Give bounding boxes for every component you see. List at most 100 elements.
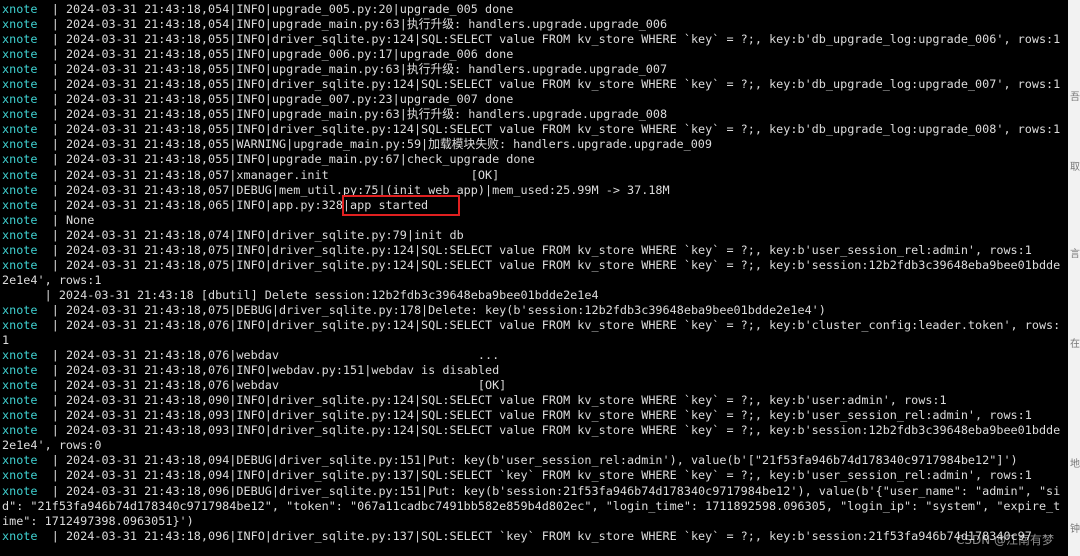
log-text: | 2024-03-31 21:43:18,093|INFO|driver_sq… xyxy=(51,423,1061,438)
log-line: xnote | 2024-03-31 21:43:18,054|INFO|upg… xyxy=(2,2,1068,17)
log-prefix: xnote xyxy=(2,257,38,272)
log-text: | 2024-03-31 21:43:18,057|xmanager.init … xyxy=(51,167,500,182)
log-prefix: xnote xyxy=(2,393,38,408)
log-prefix: xnote xyxy=(2,62,38,77)
log-prefix: xnote xyxy=(2,348,38,363)
log-line: xnote | None xyxy=(2,213,1068,228)
log-prefix: xnote xyxy=(2,378,38,393)
log-line: xnote | 2024-03-31 21:43:18,055|INFO|upg… xyxy=(2,47,1068,62)
log-text: | 2024-03-31 21:43:18,096|DEBUG|driver_s… xyxy=(51,483,1061,498)
edge-glyph: 地 xyxy=(1070,459,1080,470)
log-prefix: xnote xyxy=(2,182,38,197)
log-prefix: xnote xyxy=(2,363,38,378)
log-line: xnote | 2024-03-31 21:43:18,054|INFO|upg… xyxy=(2,17,1068,32)
log-text: | 2024-03-31 21:43:18,055|INFO|upgrade_m… xyxy=(51,152,535,167)
log-text: | 2024-03-31 21:43:18,055|INFO|driver_sq… xyxy=(51,32,1061,47)
log-line: xnote | 2024-03-31 21:43:18,057|DEBUG|me… xyxy=(2,183,1068,198)
log-prefix: xnote xyxy=(2,137,38,152)
log-prefix: xnote xyxy=(2,47,38,62)
log-prefix: xnote xyxy=(2,242,38,257)
log-text: ime": 1712497398.0963051}') xyxy=(2,513,194,528)
edge-glyph: 钟 xyxy=(1070,524,1080,535)
log-line: xnote | 2024-03-31 21:43:18,065|INFO|app… xyxy=(2,198,1068,213)
edge-glyph: 在 xyxy=(1070,339,1080,350)
edge-glyph: 吾 xyxy=(1070,92,1080,103)
log-line: xnote | 2024-03-31 21:43:18,093|INFO|dri… xyxy=(2,423,1068,438)
log-line: xnote | 2024-03-31 21:43:18,055|INFO|dri… xyxy=(2,122,1068,137)
log-text: | 2024-03-31 21:43:18,090|INFO|driver_sq… xyxy=(51,393,947,408)
log-line: xnote | 2024-03-31 21:43:18,075|INFO|dri… xyxy=(2,243,1068,258)
log-line: ime": 1712497398.0963051}') xyxy=(2,514,1068,529)
edge-glyph: 言 xyxy=(1070,249,1080,260)
log-prefix: xnote xyxy=(2,32,38,47)
log-text: 1 xyxy=(2,333,10,348)
log-text: | 2024-03-31 21:43:18,075|DEBUG|driver_s… xyxy=(51,302,826,317)
log-line: xnote | 2024-03-31 21:43:18,076|INFO|dri… xyxy=(2,318,1068,333)
log-prefix: xnote xyxy=(2,167,38,182)
log-prefix: xnote xyxy=(2,77,38,92)
log-text: | 2024-03-31 21:43:18,093|INFO|driver_sq… xyxy=(51,408,1032,423)
log-text: 2e1e4', rows:1 xyxy=(2,272,102,287)
log-prefix: xnote xyxy=(2,92,38,107)
log-line: | 2024-03-31 21:43:18 [dbutil] Delete se… xyxy=(2,288,1068,303)
log-line: xnote | 2024-03-31 21:43:18,074|INFO|dri… xyxy=(2,228,1068,243)
log-prefix: xnote xyxy=(2,17,38,32)
log-text: | 2024-03-31 21:43:18,055|INFO|upgrade_0… xyxy=(51,47,514,62)
watermark: CSDN @江南有梦 xyxy=(955,533,1054,547)
log-text: | 2024-03-31 21:43:18,055|INFO|upgrade_0… xyxy=(51,92,514,107)
log-line: xnote | 2024-03-31 21:43:18,055|WARNING|… xyxy=(2,137,1068,152)
log-text: | 2024-03-31 21:43:18,055|INFO|driver_sq… xyxy=(51,77,1061,92)
log-line: xnote | 2024-03-31 21:43:18,094|INFO|dri… xyxy=(2,468,1068,483)
log-line: xnote | 2024-03-31 21:43:18,075|INFO|dri… xyxy=(2,258,1068,273)
log-text: | 2024-03-31 21:43:18,055|INFO|upgrade_m… xyxy=(51,107,668,122)
log-text: | 2024-03-31 21:43:18,094|DEBUG|driver_s… xyxy=(51,453,1018,468)
log-prefix: xnote xyxy=(2,423,38,438)
log-text: | 2024-03-31 21:43:18,055|INFO|upgrade_m… xyxy=(51,62,668,77)
log-text: | 2024-03-31 21:43:18,054|INFO|upgrade_0… xyxy=(51,2,514,16)
log-line: 2e1e4', rows:0 xyxy=(2,438,1068,453)
log-text: | 2024-03-31 21:43:18,055|INFO|driver_sq… xyxy=(51,122,1061,137)
log-line: xnote | 2024-03-31 21:43:18,076|webdav .… xyxy=(2,348,1068,363)
log-text: | 2024-03-31 21:43:18,074|INFO|driver_sq… xyxy=(51,227,464,242)
log-prefix: xnote xyxy=(2,152,38,167)
log-prefix: xnote xyxy=(2,408,38,423)
log-prefix: xnote xyxy=(2,483,38,498)
log-text: | 2024-03-31 21:43:18,094|INFO|driver_sq… xyxy=(51,468,1032,483)
terminal-window: xnote | 2024-03-31 21:43:18,054|INFO|upg… xyxy=(0,0,1068,556)
log-prefix: xnote xyxy=(2,317,38,332)
log-prefix: xnote xyxy=(2,227,38,242)
log-line: xnote | 2024-03-31 21:43:18,055|INFO|dri… xyxy=(2,32,1068,47)
log-line: xnote | 2024-03-31 21:43:18,076|webdav [… xyxy=(2,378,1068,393)
log-line: xnote | 2024-03-31 21:43:18,094|DEBUG|dr… xyxy=(2,453,1068,468)
log-prefix: xnote xyxy=(2,2,38,16)
log-line: xnote | 2024-03-31 21:43:18,075|DEBUG|dr… xyxy=(2,303,1068,318)
terminal-output: xnote | 2024-03-31 21:43:18,054|INFO|upg… xyxy=(2,2,1068,544)
log-line: xnote | 2024-03-31 21:43:18,057|xmanager… xyxy=(2,168,1068,183)
log-prefix: xnote xyxy=(2,107,38,122)
log-line: d": "21f53fa946b74d178340c9717984be12", … xyxy=(2,499,1068,514)
log-text: | 2024-03-31 21:43:18,076|INFO|driver_sq… xyxy=(51,317,1061,332)
log-text: | 2024-03-31 21:43:18,076|webdav [OK] xyxy=(51,378,507,393)
log-text: 2e1e4', rows:0 xyxy=(2,438,102,453)
log-prefix: xnote xyxy=(2,302,38,317)
log-line: xnote | 2024-03-31 21:43:18,055|INFO|upg… xyxy=(2,152,1068,167)
log-line: xnote | 2024-03-31 21:43:18,055|INFO|upg… xyxy=(2,62,1068,77)
log-line: xnote | 2024-03-31 21:43:18,076|INFO|web… xyxy=(2,363,1068,378)
log-line: xnote | 2024-03-31 21:43:18,093|INFO|dri… xyxy=(2,408,1068,423)
log-text: | None xyxy=(51,212,95,227)
log-line: xnote | 2024-03-31 21:43:18,055|INFO|dri… xyxy=(2,77,1068,92)
log-prefix: xnote xyxy=(2,197,38,212)
log-line: xnote | 2024-03-31 21:43:18,055|INFO|upg… xyxy=(2,107,1068,122)
log-line: xnote | 2024-03-31 21:43:18,090|INFO|dri… xyxy=(2,393,1068,408)
log-line: xnote | 2024-03-31 21:43:18,096|DEBUG|dr… xyxy=(2,484,1068,499)
log-text: | 2024-03-31 21:43:18,055|WARNING|upgrad… xyxy=(51,137,713,152)
log-line: 1 xyxy=(2,333,1068,348)
log-text: | 2024-03-31 21:43:18,075|INFO|driver_sq… xyxy=(51,242,1032,257)
log-prefix: xnote xyxy=(2,528,38,543)
highlight-box-app-started xyxy=(342,195,460,216)
log-prefix: xnote xyxy=(2,212,38,227)
log-text: | 2024-03-31 21:43:18 [dbutil] Delete se… xyxy=(2,287,599,302)
log-line: xnote | 2024-03-31 21:43:18,055|INFO|upg… xyxy=(2,92,1068,107)
log-text: | 2024-03-31 21:43:18,075|INFO|driver_sq… xyxy=(51,257,1061,272)
log-text: | 2024-03-31 21:43:18,096|INFO|driver_sq… xyxy=(51,528,1032,543)
